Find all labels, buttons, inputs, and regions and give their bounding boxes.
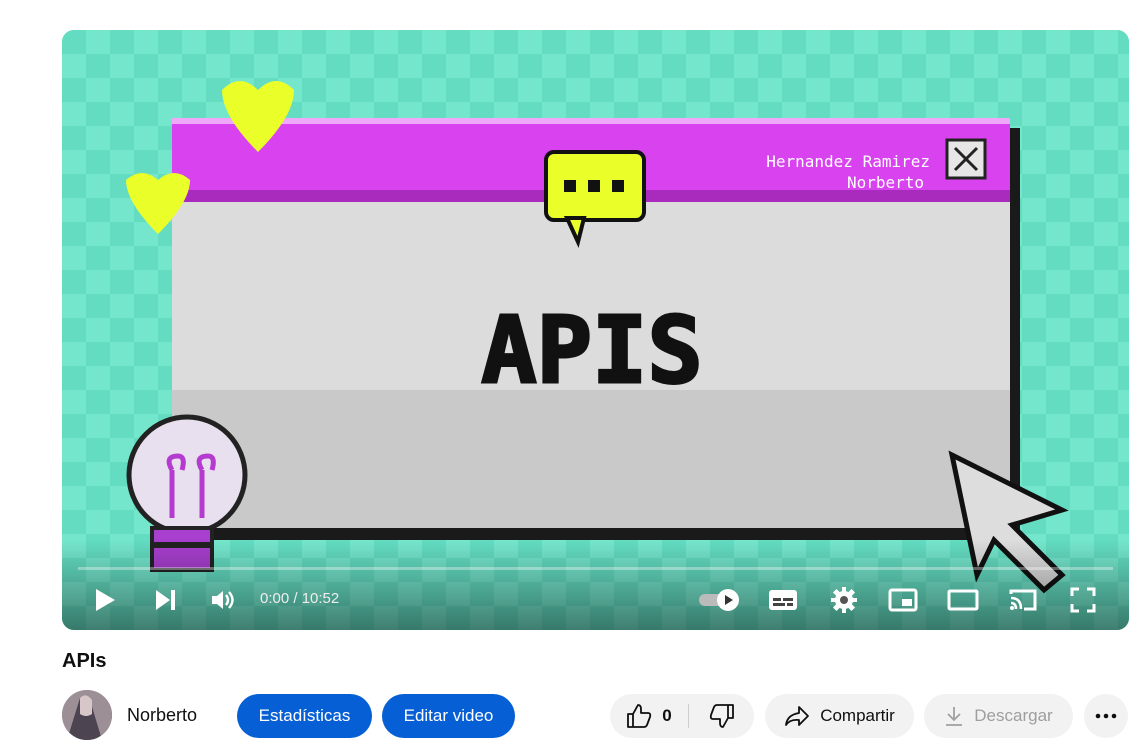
thumbnail-author-line2: Norberto <box>847 173 924 192</box>
next-button[interactable] <box>150 582 180 618</box>
avatar[interactable] <box>62 690 112 740</box>
progress-bar[interactable] <box>78 567 1113 570</box>
fullscreen-button[interactable] <box>1066 582 1100 618</box>
next-icon <box>156 590 175 610</box>
miniplayer-button[interactable] <box>886 582 920 618</box>
dislike-icon <box>709 704 734 728</box>
share-label: Compartir <box>820 706 895 725</box>
settings-button[interactable] <box>827 582 861 618</box>
thumbnail-author-line1: Hernandez Ramirez <box>766 152 930 171</box>
time-display: 0:00 / 10:52 <box>260 590 340 607</box>
video-player[interactable]: Hernandez Ramirez Norberto APIS 0:00 / 1… <box>62 30 1129 630</box>
share-icon <box>785 706 810 726</box>
more-icon <box>1095 713 1117 719</box>
more-actions-button[interactable] <box>1084 694 1128 738</box>
share-button[interactable]: Compartir <box>765 694 914 738</box>
theater-mode-button[interactable] <box>946 582 980 618</box>
channel-name[interactable]: Norberto <box>127 705 197 726</box>
stats-button[interactable]: Estadísticas <box>237 694 372 738</box>
theater-icon <box>947 589 979 611</box>
like-icon <box>627 704 652 728</box>
edit-video-button[interactable]: Editar video <box>382 694 515 738</box>
play-icon <box>96 589 115 611</box>
like-button[interactable]: 0 <box>610 694 688 738</box>
avatar-image <box>62 690 112 740</box>
dislike-button[interactable] <box>689 694 754 738</box>
subtitles-icon <box>769 590 797 610</box>
like-count: 0 <box>662 706 672 725</box>
settings-icon <box>831 587 857 613</box>
volume-button[interactable] <box>208 582 238 618</box>
fullscreen-icon <box>1070 587 1096 613</box>
download-icon <box>946 707 963 726</box>
play-button[interactable] <box>90 582 120 618</box>
like-dislike-group: 0 <box>610 694 754 738</box>
download-button[interactable]: Descargar <box>924 694 1073 738</box>
autoplay-toggle[interactable] <box>696 582 744 618</box>
volume-icon <box>212 591 234 609</box>
cast-button[interactable] <box>1006 582 1040 618</box>
video-title: APIs <box>62 650 107 672</box>
thumbnail-heading: APIS <box>481 297 703 404</box>
cast-icon <box>1009 589 1037 611</box>
autoplay-toggle-icon <box>699 589 739 611</box>
subtitles-button[interactable] <box>766 582 800 618</box>
download-label: Descargar <box>974 706 1053 725</box>
miniplayer-icon <box>888 588 918 612</box>
